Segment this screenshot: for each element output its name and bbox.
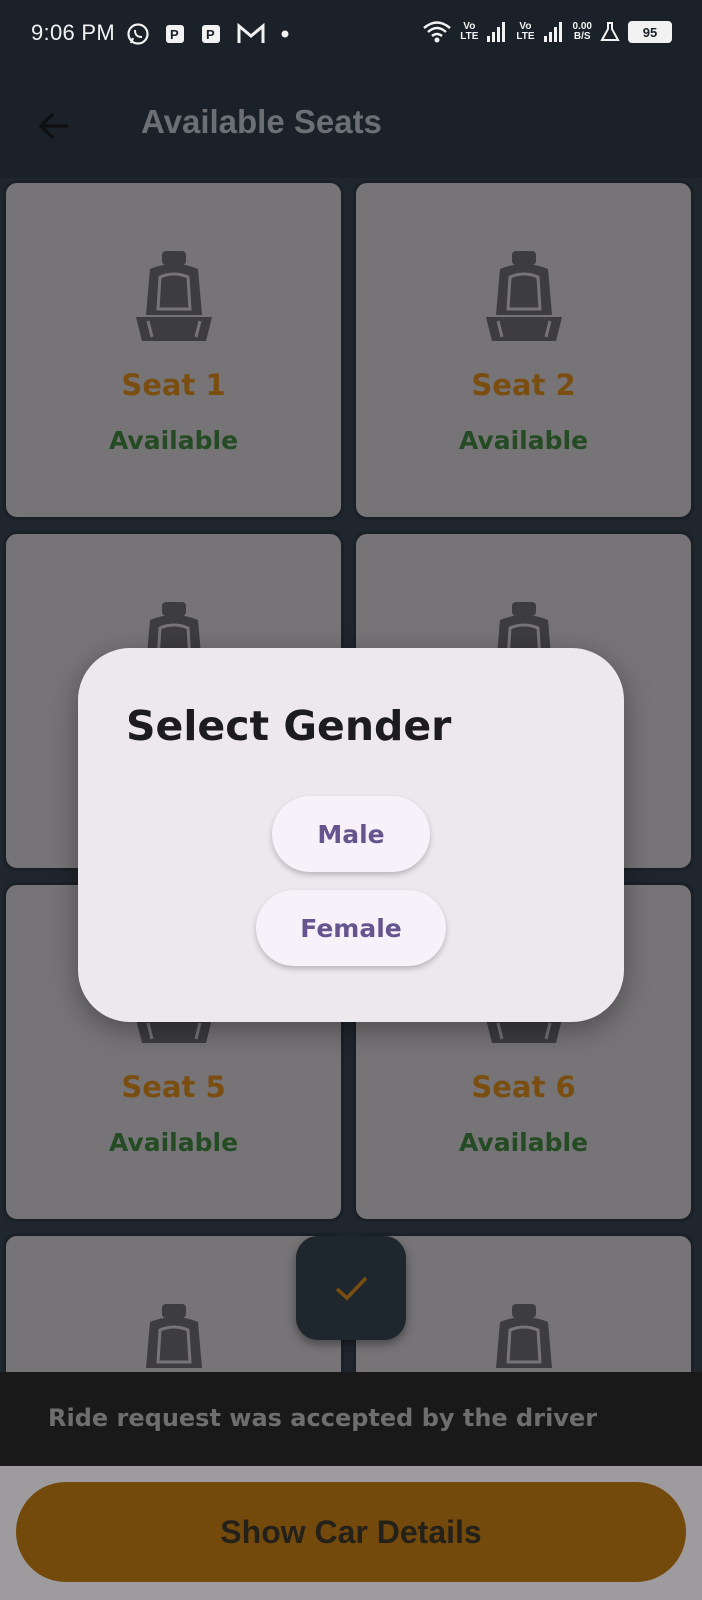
status-bar: 9:06 PM P P Vo LTE Vo LTE 0.00 B/S 95: [0, 0, 702, 70]
seat-card-2[interactable]: Seat 2 Available: [353, 180, 694, 520]
parking-app-icon: P: [166, 25, 184, 43]
battery-icon: 95: [628, 21, 672, 43]
seat-name: Seat 6: [471, 1070, 576, 1104]
network-speed: 0.00 B/S: [572, 21, 592, 42]
status-time: 9:06 PM: [31, 20, 116, 45]
gmail-icon: [237, 23, 265, 43]
checkmark-icon: [335, 1276, 368, 1301]
svg-text:P: P: [170, 27, 179, 42]
female-button[interactable]: Female: [256, 890, 446, 966]
signal-icon: [487, 22, 506, 42]
car-seat-icon: [485, 251, 562, 341]
seat-card-1[interactable]: Seat 1 Available: [3, 180, 344, 520]
seat-status: Available: [108, 1128, 239, 1157]
signal-icon-2: [543, 22, 562, 42]
seat-status: Available: [458, 1128, 589, 1157]
parking-app-icon-2: P: [202, 25, 220, 43]
volte-indicator-2: Vo LTE: [516, 21, 535, 42]
whatsapp-icon: [127, 23, 149, 45]
seat-status: Available: [458, 426, 589, 455]
seat-name: Seat 1: [121, 368, 226, 402]
car-seat-icon: [135, 251, 212, 341]
wifi-icon: [423, 21, 452, 43]
seat-name: Seat 5: [121, 1070, 226, 1104]
male-button[interactable]: Male: [272, 796, 430, 872]
select-gender-dialog: Select Gender Male Female: [78, 648, 624, 1022]
snackbar-message: Ride request was accepted by the driver: [48, 1404, 598, 1432]
system-icons: Vo LTE Vo LTE 0.00 B/S 95: [422, 20, 672, 44]
snackbar: Ride request was accepted by the driver: [0, 1372, 702, 1466]
notification-icons: P P: [126, 22, 290, 46]
show-car-details-button[interactable]: Show Car Details: [16, 1482, 686, 1582]
bottom-action-area: Show Car Details: [0, 1466, 702, 1600]
dialog-title: Select Gender: [126, 702, 452, 750]
arrow-back-icon: [38, 112, 68, 140]
page-title: Available Seats: [141, 103, 382, 140]
more-notifications-dot-icon: [281, 30, 289, 38]
svg-text:P: P: [206, 27, 215, 42]
seat-name: Seat 2: [471, 368, 576, 402]
back-button[interactable]: [30, 102, 78, 150]
flask-icon: [600, 22, 620, 41]
confirm-fab[interactable]: [296, 1236, 406, 1340]
seat-status: Available: [108, 426, 239, 455]
app-bar: Available Seats: [0, 70, 702, 178]
volte-indicator-1: Vo LTE: [460, 21, 479, 42]
